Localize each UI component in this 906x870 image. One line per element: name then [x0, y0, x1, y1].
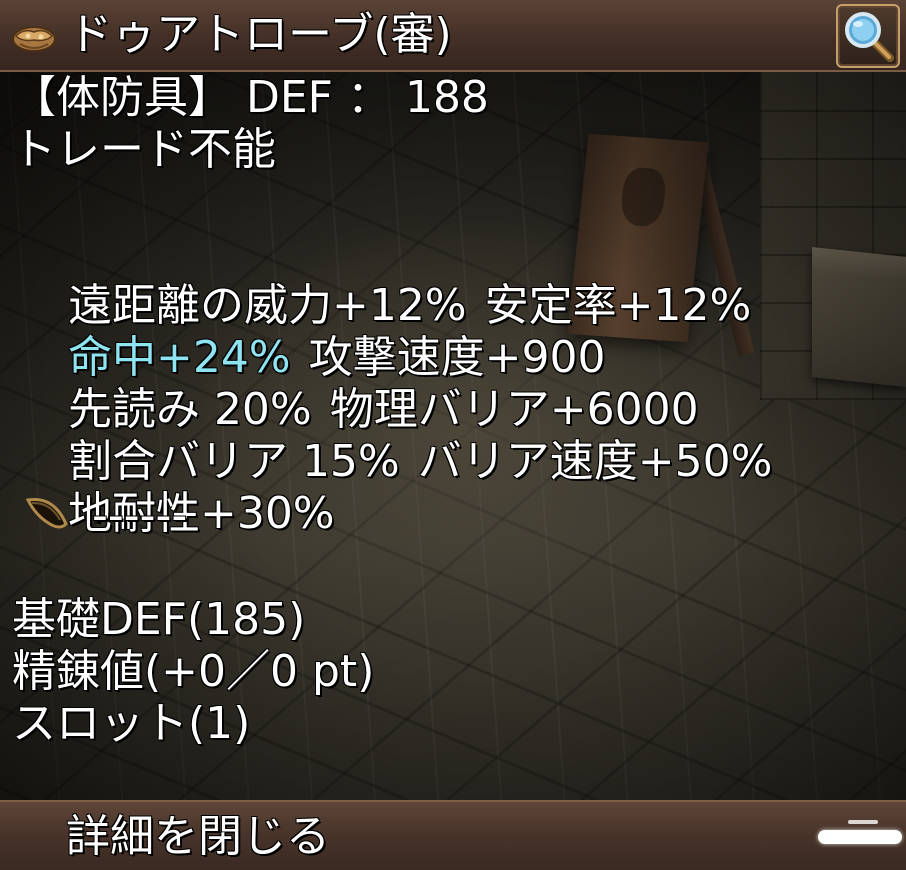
option-barrier-speed: バリア速度+50% [417, 436, 773, 487]
item-name: ドゥアトローブ(審) [68, 9, 452, 60]
zoom-button[interactable] [836, 4, 900, 68]
scroll-handle[interactable] [818, 820, 902, 844]
socket-row: ------ [12, 490, 612, 542]
base-def: 基礎DEF(185) [12, 594, 306, 645]
socket-empty: ------ [92, 490, 188, 541]
item-header: ドゥアトローブ(審) [0, 0, 906, 72]
robe-armor-icon [10, 22, 58, 54]
seed-icon [20, 494, 76, 534]
close-details-label: 詳細を閉じる [66, 811, 330, 862]
option-row: 遠距離の威力+12% 安定率+12% [12, 228, 769, 331]
option-row: 割合バリア 15% バリア速度+50% [12, 384, 790, 487]
close-details-button[interactable]: 詳細を閉じる [0, 800, 906, 870]
option-row: 地耐性+30% [12, 436, 353, 539]
option-row: 先読み 20% 物理バリア+6000 [12, 332, 717, 435]
category-def-line: 【体防具】 DEF ： 188 [12, 72, 489, 123]
option-row: 命中+24% 攻撃速度+900 [12, 280, 623, 383]
slot-count: スロット(1) [12, 698, 251, 749]
refine-value: 精錬値(+0／0 pt) [12, 646, 375, 697]
trade-restriction: トレード不能 [12, 124, 276, 175]
